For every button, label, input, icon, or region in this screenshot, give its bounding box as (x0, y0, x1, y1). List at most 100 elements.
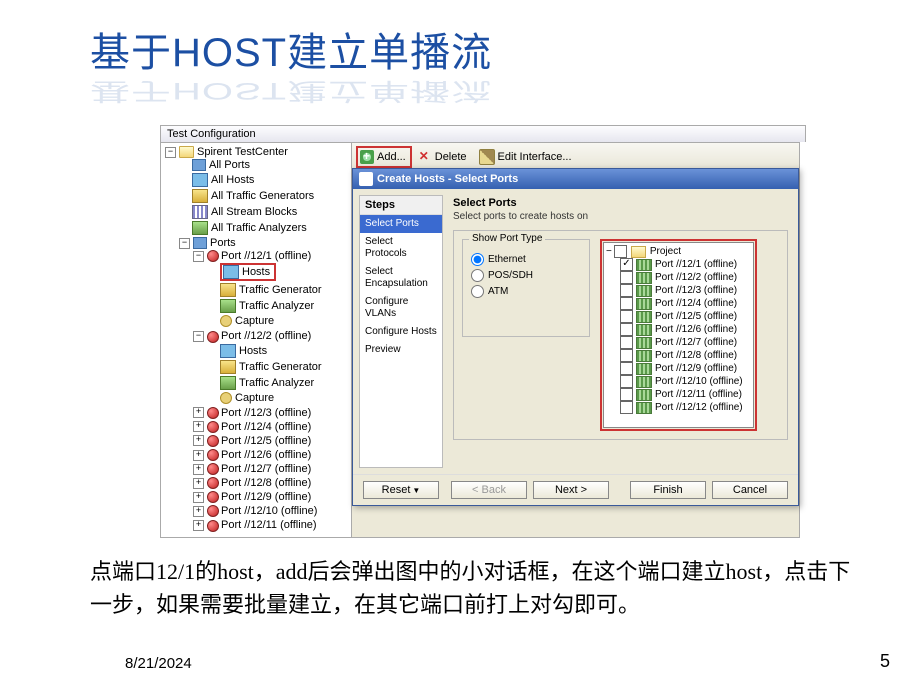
expand-toggle[interactable]: − (179, 238, 190, 249)
port-row[interactable]: Port //12/12 (offline) (606, 401, 751, 414)
port-checkbox[interactable] (620, 336, 633, 349)
cancel-button[interactable]: Cancel (712, 481, 788, 499)
expand-toggle[interactable]: + (193, 478, 204, 489)
tree-item[interactable]: Traffic Analyzer (239, 300, 314, 312)
port-label: Port //12/2 (offline) (655, 272, 737, 283)
generator-icon (220, 283, 236, 297)
expand-toggle[interactable]: − (606, 246, 612, 257)
port-row[interactable]: Port //12/1 (offline) (606, 258, 751, 271)
port-label: Port //12/9 (offline) (655, 363, 737, 374)
nav-tree[interactable]: −Spirent TestCenter All Ports All Hosts … (160, 143, 352, 538)
step-select-ports[interactable]: Select Ports (360, 215, 442, 233)
tree-port[interactable]: Port //12/9 (offline) (221, 491, 311, 503)
port-checkbox[interactable] (620, 323, 633, 336)
status-offline-icon (207, 449, 219, 461)
tree-port[interactable]: Port //12/11 (offline) (221, 519, 317, 531)
project-checkbox[interactable] (614, 245, 627, 258)
port-row[interactable]: Port //12/2 (offline) (606, 271, 751, 284)
dialog-content: Select Ports Select ports to create host… (449, 189, 798, 474)
tree-item[interactable]: Capture (235, 392, 274, 404)
port-row[interactable]: Port //12/3 (offline) (606, 284, 751, 297)
tree-item[interactable]: Traffic Generator (239, 284, 322, 296)
tree-item[interactable]: Traffic Generator (239, 360, 322, 372)
edit-interface-button[interactable]: Edit Interface... (475, 146, 578, 168)
port-checkbox[interactable] (620, 362, 633, 375)
radio-atm[interactable]: ATM (471, 285, 581, 298)
expand-toggle[interactable]: + (193, 421, 204, 432)
port-checkbox[interactable] (620, 297, 633, 310)
generator-icon (220, 360, 236, 374)
tree-port[interactable]: Port //12/4 (offline) (221, 421, 311, 433)
expand-toggle[interactable]: + (193, 435, 204, 446)
tree-item[interactable]: All Ports (209, 159, 250, 171)
tree-item[interactable]: All Traffic Analyzers (211, 222, 307, 234)
expand-toggle[interactable]: − (193, 251, 204, 262)
tree-item[interactable]: Traffic Analyzer (239, 376, 314, 388)
back-button[interactable]: < Back (451, 481, 527, 499)
port-checkbox[interactable] (620, 284, 633, 297)
expand-toggle[interactable]: − (165, 147, 176, 158)
port-row[interactable]: Port //12/6 (offline) (606, 323, 751, 336)
add-button[interactable]: Add... (356, 146, 412, 168)
tree-port[interactable]: Port //12/7 (offline) (221, 463, 311, 475)
port-tree[interactable]: − Project Port //12/1 (offline)Port //12… (603, 242, 754, 428)
tree-item[interactable]: Hosts (239, 344, 267, 356)
tree-item[interactable]: All Traffic Generators (211, 190, 314, 202)
expand-toggle[interactable]: + (193, 407, 204, 418)
port-checkbox[interactable] (620, 388, 633, 401)
expand-toggle[interactable]: − (193, 331, 204, 342)
port-checkbox[interactable] (620, 375, 633, 388)
step-preview[interactable]: Preview (360, 341, 442, 359)
step-configure-vlans[interactable]: Configure VLANs (360, 293, 442, 323)
status-offline-icon (207, 491, 219, 503)
folder-icon (631, 246, 646, 258)
port-row[interactable]: Port //12/11 (offline) (606, 388, 751, 401)
port-checkbox[interactable] (620, 271, 633, 284)
port-label: Port //12/7 (offline) (655, 337, 737, 348)
port-checkbox[interactable] (620, 258, 633, 271)
delete-icon (418, 150, 432, 164)
tree-item[interactable]: Capture (235, 315, 274, 327)
tree-item[interactable]: All Stream Blocks (211, 206, 297, 218)
port-checkbox[interactable] (620, 349, 633, 362)
port-checkbox[interactable] (620, 401, 633, 414)
expand-toggle[interactable]: + (193, 520, 204, 531)
port-row[interactable]: Port //12/5 (offline) (606, 310, 751, 323)
expand-toggle[interactable]: + (193, 492, 204, 503)
tree-port[interactable]: Port //12/1 (offline) (221, 250, 311, 262)
port-label: Port //12/3 (offline) (655, 285, 737, 296)
finish-button[interactable]: Finish (630, 481, 706, 499)
tree-item[interactable]: Ports (210, 237, 236, 249)
radio-pos-sdh[interactable]: POS/SDH (471, 269, 581, 282)
port-row[interactable]: Port //12/8 (offline) (606, 349, 751, 362)
status-offline-icon (207, 250, 219, 262)
port-checkbox[interactable] (620, 310, 633, 323)
tree-item[interactable]: All Hosts (211, 174, 254, 186)
tree-port[interactable]: Port //12/10 (offline) (221, 505, 317, 517)
radio-ethernet[interactable]: Ethernet (471, 253, 581, 266)
expand-toggle[interactable]: + (193, 464, 204, 475)
port-row[interactable]: Port //12/7 (offline) (606, 336, 751, 349)
analyzer-icon (192, 221, 208, 235)
tree-port[interactable]: Port //12/8 (offline) (221, 477, 311, 489)
tree-port[interactable]: Port //12/3 (offline) (221, 407, 311, 419)
tree-port[interactable]: Port //12/6 (offline) (221, 449, 311, 461)
step-select-encapsulation[interactable]: Select Encapsulation (360, 263, 442, 293)
dialog-titlebar[interactable]: Create Hosts - Select Ports (353, 169, 798, 189)
expand-toggle[interactable]: + (193, 450, 204, 461)
expand-toggle[interactable]: + (193, 506, 204, 517)
port-row[interactable]: Port //12/4 (offline) (606, 297, 751, 310)
tree-root[interactable]: Spirent TestCenter (197, 146, 288, 158)
next-button[interactable]: Next > (533, 481, 609, 499)
tree-port[interactable]: Port //12/2 (offline) (221, 330, 311, 342)
reset-button[interactable]: Reset▼ (363, 481, 439, 499)
step-select-protocols[interactable]: Select Protocols (360, 233, 442, 263)
port-row[interactable]: Port //12/10 (offline) (606, 375, 751, 388)
port-row[interactable]: Port //12/9 (offline) (606, 362, 751, 375)
dialog-title: Create Hosts - Select Ports (377, 173, 518, 185)
tree-hosts[interactable]: Hosts (242, 266, 270, 278)
step-configure-hosts[interactable]: Configure Hosts (360, 323, 442, 341)
tree-port[interactable]: Port //12/5 (offline) (221, 435, 311, 447)
project-row[interactable]: − Project (606, 245, 751, 258)
delete-button[interactable]: Delete (414, 146, 473, 168)
